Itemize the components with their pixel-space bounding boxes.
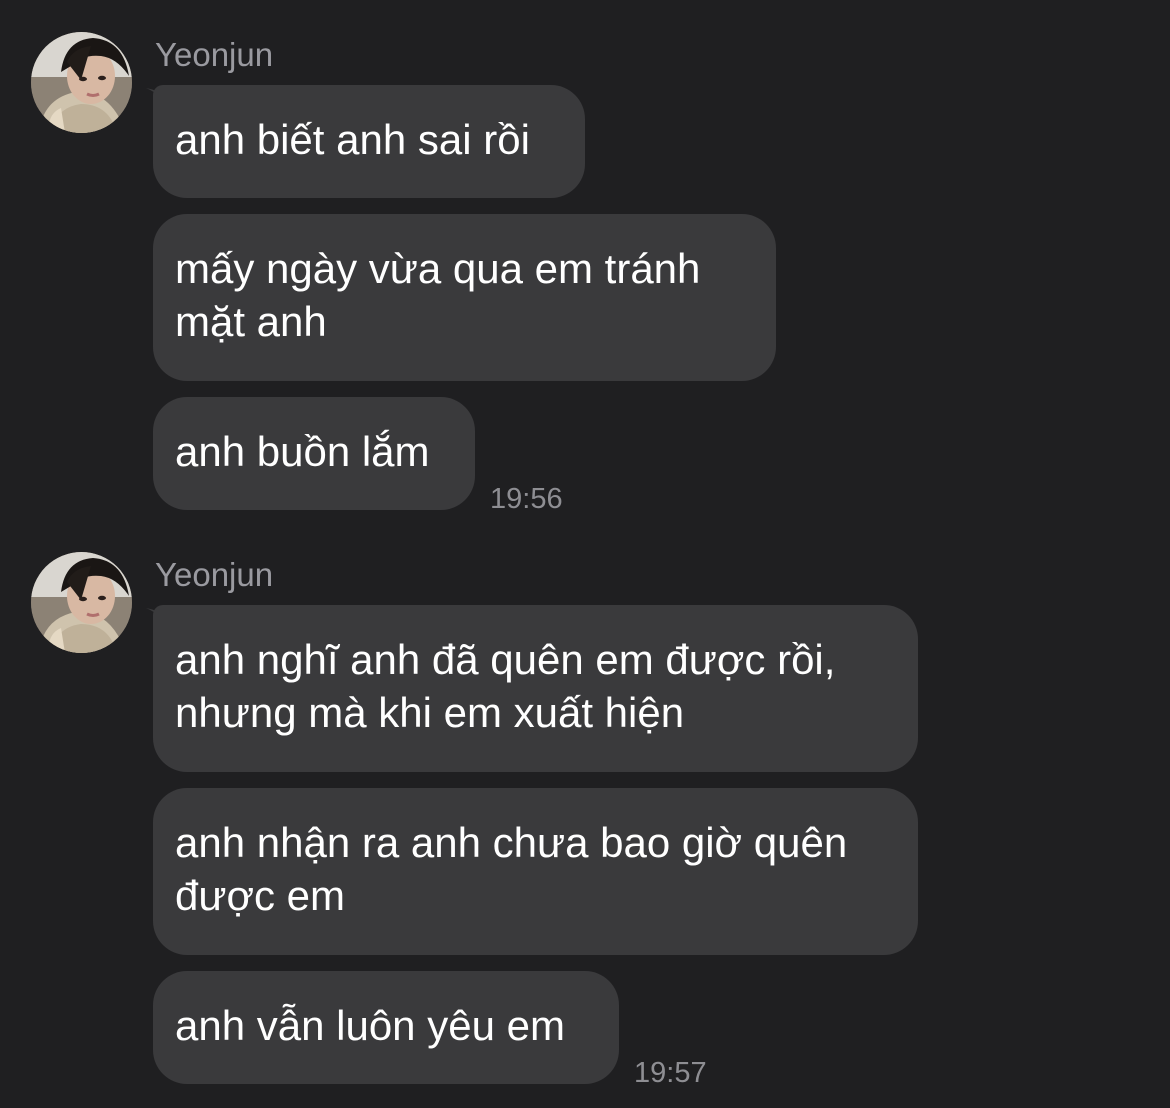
message-bubble[interactable]: anh buồn lắm xyxy=(153,397,475,510)
message-text: anh buồn lắm xyxy=(175,428,430,475)
message-text-line: anh nghĩ anh đã quên em được rồi, xyxy=(175,636,836,683)
user-avatar-photo-icon xyxy=(31,552,132,653)
avatar[interactable] xyxy=(31,32,132,133)
message-text-line: nhưng mà khi em xuất hiện xyxy=(175,689,685,736)
message-text-line: mặt anh xyxy=(175,298,327,345)
sender-name: Yeonjun xyxy=(155,556,274,593)
message-bubble[interactable]: anh nhận ra anh chưa bao giờ quên được e… xyxy=(153,788,918,955)
sender-name: Yeonjun xyxy=(155,36,274,73)
message-text: anh biết anh sai rồi xyxy=(175,116,530,163)
message-bubble[interactable]: anh nghĩ anh đã quên em được rồi, nhưng … xyxy=(153,605,918,772)
message-text-line: anh nhận ra anh chưa bao giờ quên xyxy=(175,819,848,866)
message-timestamp: 19:57 xyxy=(634,1057,707,1089)
message-text-line: được em xyxy=(175,872,346,919)
message-bubble[interactable]: anh vẫn luôn yêu em xyxy=(153,971,619,1084)
message-timestamp: 19:56 xyxy=(490,483,563,515)
message-text-line: mấy ngày vừa qua em tránh xyxy=(175,245,701,292)
message-bubble[interactable]: mấy ngày vừa qua em tránh mặt anh xyxy=(153,214,776,381)
message-text: anh vẫn luôn yêu em xyxy=(175,1002,565,1049)
avatar[interactable] xyxy=(31,552,132,653)
user-avatar-photo-icon xyxy=(31,32,132,133)
message-bubble[interactable]: anh biết anh sai rồi xyxy=(153,85,585,198)
